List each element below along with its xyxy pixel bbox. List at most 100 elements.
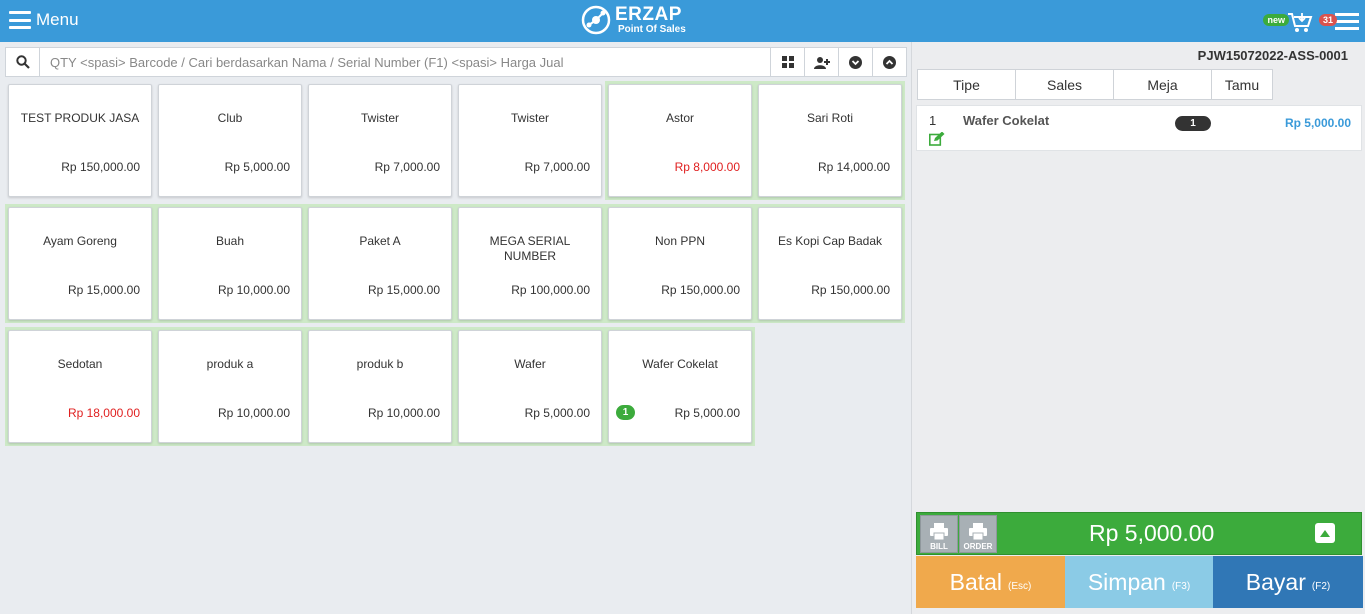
logo-name: ERZAP (615, 3, 682, 25)
product-name: Wafer Cokelat (642, 357, 718, 371)
product-name: Sedotan (57, 357, 103, 371)
hamburger-icon (9, 11, 31, 29)
product-card-wrap: MEGA SERIAL NUMBER Rp 100,000.00 (455, 204, 605, 323)
product-card[interactable]: TEST PRODUK JASA Rp 150,000.00 (8, 84, 152, 197)
grid-icon (781, 56, 794, 68)
product-card[interactable]: Ayam Goreng Rp 15,000.00 (8, 207, 152, 320)
logo: ERZAP Point Of Sales (581, 5, 686, 35)
erzap-logo-icon (581, 5, 611, 35)
product-card-wrap: Twister Rp 7,000.00 (455, 81, 605, 200)
product-card[interactable]: Twister Rp 7,000.00 (308, 84, 452, 197)
product-card[interactable]: Astor Rp 8,000.00 (608, 84, 752, 197)
product-price: Rp 8,000.00 (674, 160, 740, 174)
product-price: Rp 14,000.00 (817, 160, 890, 174)
product-card-wrap: Sedotan Rp 18,000.00 (5, 327, 155, 446)
save-shortcut: (F3) (1171, 580, 1191, 592)
product-name: produk a (206, 357, 254, 371)
product-name: Twister (360, 111, 399, 125)
product-card-wrap: produk b Rp 10,000.00 (305, 327, 455, 446)
product-card[interactable]: Buah Rp 10,000.00 (158, 207, 302, 320)
product-card[interactable]: Twister Rp 7,000.00 (458, 84, 602, 197)
product-price: Rp 7,000.00 (524, 160, 590, 174)
product-price: Rp 5,000.00 (674, 406, 740, 420)
menu-label: Menu (36, 10, 79, 29)
product-card[interactable]: MEGA SERIAL NUMBER Rp 100,000.00 (458, 207, 602, 320)
product-card[interactable]: produk b Rp 10,000.00 (308, 330, 452, 443)
product-card-wrap: Sari Roti Rp 14,000.00 (755, 81, 905, 200)
chevron-down-circle-icon (849, 55, 862, 69)
total-bar: BILL ORDER Rp 5,000.00 (916, 512, 1362, 555)
product-card[interactable]: Wafer Rp 5,000.00 (458, 330, 602, 443)
order-item[interactable]: 1 Wafer Cokelat 1 Rp 5,000.00 (917, 106, 1361, 150)
product-name: Paket A (359, 234, 401, 248)
expand-total-button[interactable] (1315, 523, 1335, 543)
search-bar (5, 47, 907, 77)
save-label: Simpan (1087, 568, 1166, 595)
cart-panel: PJW15072022-ASS-0001 Tipe Sales Meja Tam… (911, 42, 1365, 614)
product-card[interactable]: Paket A Rp 15,000.00 (308, 207, 452, 320)
product-card[interactable]: Es Kopi Cap Badak Rp 150,000.00 (758, 207, 902, 320)
product-card-wrap: Astor Rp 8,000.00 (605, 81, 755, 200)
product-card-wrap: Buah Rp 10,000.00 (155, 204, 305, 323)
collapse-up-button[interactable] (872, 48, 906, 76)
add-user-icon (813, 56, 830, 69)
menu-button[interactable]: Menu (9, 10, 79, 30)
product-price: Rp 5,000.00 (224, 160, 290, 174)
tab-meja[interactable]: Meja (1113, 69, 1211, 100)
collapse-down-button[interactable] (838, 48, 872, 76)
tab-sales[interactable]: Sales (1015, 69, 1113, 100)
action-buttons: Batal (Esc) Simpan (F3) Bayar (F2) (916, 556, 1363, 608)
order-tabs: Tipe Sales Meja Tamu (917, 69, 1273, 100)
product-name: TEST PRODUK JASA (20, 111, 140, 125)
printer-icon (969, 523, 987, 541)
add-customer-button[interactable] (804, 48, 838, 76)
cancel-shortcut: (Esc) (1008, 580, 1032, 592)
product-name: Buah (215, 234, 245, 248)
cart-download-icon[interactable] (1287, 11, 1313, 33)
print-order-button[interactable]: ORDER (959, 515, 997, 553)
search-button[interactable] (6, 48, 40, 76)
list-menu-icon[interactable] (1335, 12, 1359, 32)
product-name: Non PPN (654, 234, 706, 248)
new-badge: new (1263, 14, 1289, 26)
product-card[interactable]: produk a Rp 10,000.00 (158, 330, 302, 443)
product-name: Ayam Goreng (43, 234, 117, 248)
search-input[interactable] (40, 48, 770, 76)
order-item-name: Wafer Cokelat (963, 113, 1050, 128)
order-item-number: 1 (929, 113, 937, 128)
product-card[interactable]: Sedotan Rp 18,000.00 (8, 330, 152, 443)
product-card[interactable]: Non PPN Rp 150,000.00 (608, 207, 752, 320)
pay-label: Bayar (1245, 568, 1306, 595)
grid-view-button[interactable] (770, 48, 804, 76)
save-button[interactable]: Simpan (F3) (1065, 556, 1213, 608)
print-bill-button[interactable]: BILL (920, 515, 958, 553)
product-row: TEST PRODUK JASA Rp 150,000.00 Club Rp 5,00… (5, 81, 905, 200)
product-row: Sedotan Rp 18,000.00 produk a Rp 10,000.00 p… (5, 327, 905, 446)
product-card-wrap: Wafer Cokelat Rp 5,000.00 1 (605, 327, 755, 446)
product-card-wrap: Wafer Rp 5,000.00 (455, 327, 605, 446)
product-name: Club (217, 111, 243, 125)
cancel-button[interactable]: Batal (Esc) (916, 556, 1065, 608)
product-price: Rp 5,000.00 (524, 406, 590, 420)
product-price: Rp 150,000.00 (811, 283, 890, 297)
order-item-price: Rp 5,000.00 (1284, 116, 1351, 130)
tab-tamu[interactable]: Tamu (1211, 69, 1273, 100)
pay-button[interactable]: Bayar (F2) (1213, 556, 1363, 608)
top-right-icons: new 31 (1263, 11, 1359, 33)
chevron-up-circle-icon (883, 55, 896, 69)
product-card[interactable]: Sari Roti Rp 14,000.00 (758, 84, 902, 197)
top-bar: Menu ERZAP Point Of Sales new 31 (0, 0, 1365, 42)
product-card[interactable]: Club Rp 5,000.00 (158, 84, 302, 197)
product-card[interactable]: Wafer Cokelat Rp 5,000.00 1 (608, 330, 752, 443)
product-card-wrap: Paket A Rp 15,000.00 (305, 204, 455, 323)
product-name: Wafer (514, 357, 546, 371)
edit-icon[interactable] (929, 132, 945, 146)
transaction-number: PJW15072022-ASS-0001 (1197, 48, 1348, 63)
product-price: Rp 10,000.00 (217, 406, 290, 420)
product-row: Ayam Goreng Rp 15,000.00 Buah Rp 10,000.00 P… (5, 204, 905, 323)
product-card-wrap: Non PPN Rp 150,000.00 (605, 204, 755, 323)
order-item-qty[interactable]: 1 (1175, 116, 1211, 131)
logo-subtitle: Point Of Sales (618, 23, 686, 35)
tab-tipe[interactable]: Tipe (917, 69, 1015, 100)
cancel-label: Batal (949, 568, 1003, 595)
